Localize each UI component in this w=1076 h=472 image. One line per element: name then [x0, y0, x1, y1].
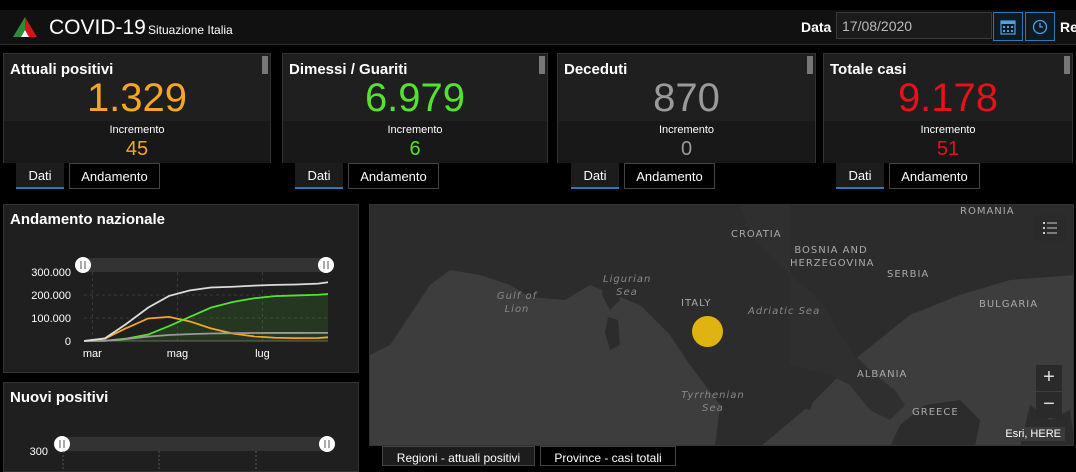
card-attuali-positivi: Attuali positivi 1.329 Incremento 45 — [3, 53, 271, 163]
tab-dati[interactable]: Dati — [16, 163, 64, 189]
y-tick-label: 100.000 — [31, 313, 71, 325]
card-scrollbar[interactable] — [539, 56, 545, 74]
panel-nuovi-positivi: Nuovi positivi 300 — [3, 382, 359, 472]
increment-label: Incremento — [658, 124, 715, 136]
card-value: 870 — [653, 76, 720, 120]
map-label-bulgaria: BULGARIA — [979, 299, 1039, 310]
italy-flag-logo-icon — [13, 17, 37, 37]
card-value: 9.178 — [897, 76, 999, 120]
y-tick-label: 300.000 — [31, 267, 71, 279]
card-value: 6.979 — [364, 76, 466, 120]
increment-value: 6 — [409, 138, 421, 160]
range-slider-handle-left[interactable] — [75, 257, 91, 273]
tab-andamento[interactable]: Andamento — [348, 163, 439, 189]
tab-andamento[interactable]: Andamento — [69, 163, 160, 189]
map-label-romania: ROMANIA — [960, 206, 1015, 217]
zoom-out-button[interactable]: − — [1036, 392, 1062, 418]
x-tick-label: lug — [255, 348, 270, 360]
increment-value: 0 — [680, 138, 693, 160]
range-slider-handle-right[interactable] — [318, 257, 334, 273]
card-totale-casi: Totale casi 9.178 Incremento 51 — [823, 53, 1073, 163]
nuovi-positivi-chart: 300 — [30, 436, 335, 471]
list-icon — [1043, 222, 1057, 234]
range-slider-handle-left[interactable] — [54, 436, 70, 452]
card-dimessi-guariti: Dimessi / Guariti 6.979 Incremento 6 — [282, 53, 548, 163]
card-deceduti: Deceduti 870 Incremento 0 — [557, 53, 816, 163]
calendar-icon — [1000, 19, 1016, 35]
panel-andamento-nazionale: Andamento nazionale 300.000 200.000 100.00… — [3, 204, 359, 373]
map-attribution: Esri, HERE — [1001, 427, 1065, 441]
range-slider-handle-right[interactable] — [319, 436, 335, 452]
tab-dati[interactable]: Dati — [836, 163, 884, 189]
card-scrollbar[interactable] — [262, 56, 268, 74]
map-label-croatia: CROATIA — [731, 229, 782, 240]
card-increment-area: Incremento 51 — [824, 121, 1072, 163]
map-label-adriatic-sea: Adriatic Sea — [748, 306, 821, 317]
time-button[interactable] — [1025, 12, 1055, 41]
card-value: 1.329 — [86, 76, 188, 120]
card-increment-area: Incremento 45 — [4, 121, 270, 163]
increment-value: 51 — [936, 138, 960, 160]
map-label-albania: ALBANIA — [857, 369, 908, 380]
increment-label: Incremento — [920, 124, 976, 136]
map-label-greece: GREECE — [912, 407, 959, 418]
map-view[interactable]: ROMANIA CROATIA BOSNIA AND HERZEGOVINA S… — [369, 204, 1074, 446]
map-label-italy: ITALY — [681, 298, 712, 309]
increment-value: 45 — [125, 138, 149, 160]
y-tick-label: 0 — [65, 336, 71, 348]
card-scrollbar[interactable] — [807, 56, 813, 74]
range-slider-track[interactable] — [63, 437, 329, 451]
map-label-bosnia: BOSNIA AND HERZEGOVINA — [790, 245, 875, 269]
tab-dati[interactable]: Dati — [295, 163, 343, 189]
map-label-tyrrhenian-sea: Tyrrhenian Sea — [681, 390, 745, 414]
card-increment-area: Incremento 0 — [558, 121, 815, 163]
tab-andamento[interactable]: Andamento — [889, 163, 980, 189]
increment-label: Incremento — [387, 124, 443, 136]
zoom-in-button[interactable]: + — [1036, 365, 1062, 391]
date-label: Data — [801, 19, 832, 35]
map-label-gulf-of-lion: Gulf of Lion — [496, 291, 538, 315]
app-subtitle: Situazione Italia — [148, 23, 233, 37]
tab-province-casi-totali[interactable]: Province - casi totali — [540, 446, 676, 466]
map-label-ligurian-sea: Ligurian Sea — [603, 274, 652, 298]
andamento-chart: 300.000 200.000 100.000 0 mar mag lug — [31, 257, 334, 360]
tab-andamento[interactable]: Andamento — [624, 163, 715, 189]
top-bar: COVID-19 Situazione Italia Data 17/08/20… — [0, 10, 1076, 45]
tab-dati[interactable]: Dati — [571, 163, 619, 189]
map-label-serbia: SERBIA — [887, 269, 930, 280]
y-tick-label: 200.000 — [31, 290, 71, 302]
truncated-header-label: Re — [1060, 19, 1076, 35]
clock-icon — [1032, 19, 1048, 34]
card-scrollbar[interactable] — [1064, 56, 1070, 74]
app-title: COVID-19 — [49, 16, 146, 39]
region-marker[interactable] — [692, 316, 723, 347]
calendar-button[interactable] — [993, 12, 1023, 41]
y-tick-label: 300 — [30, 446, 48, 458]
card-increment-area: Incremento 6 — [283, 121, 547, 163]
map-legend-button[interactable] — [1034, 215, 1066, 241]
x-tick-label: mar — [83, 348, 102, 360]
range-slider-track[interactable] — [84, 258, 328, 272]
date-input[interactable]: 17/08/2020 — [836, 12, 992, 39]
tab-regioni-attuali-positivi[interactable]: Regioni - attuali positivi — [382, 446, 535, 466]
increment-label: Incremento — [109, 124, 165, 136]
x-tick-label: mag — [167, 348, 188, 360]
